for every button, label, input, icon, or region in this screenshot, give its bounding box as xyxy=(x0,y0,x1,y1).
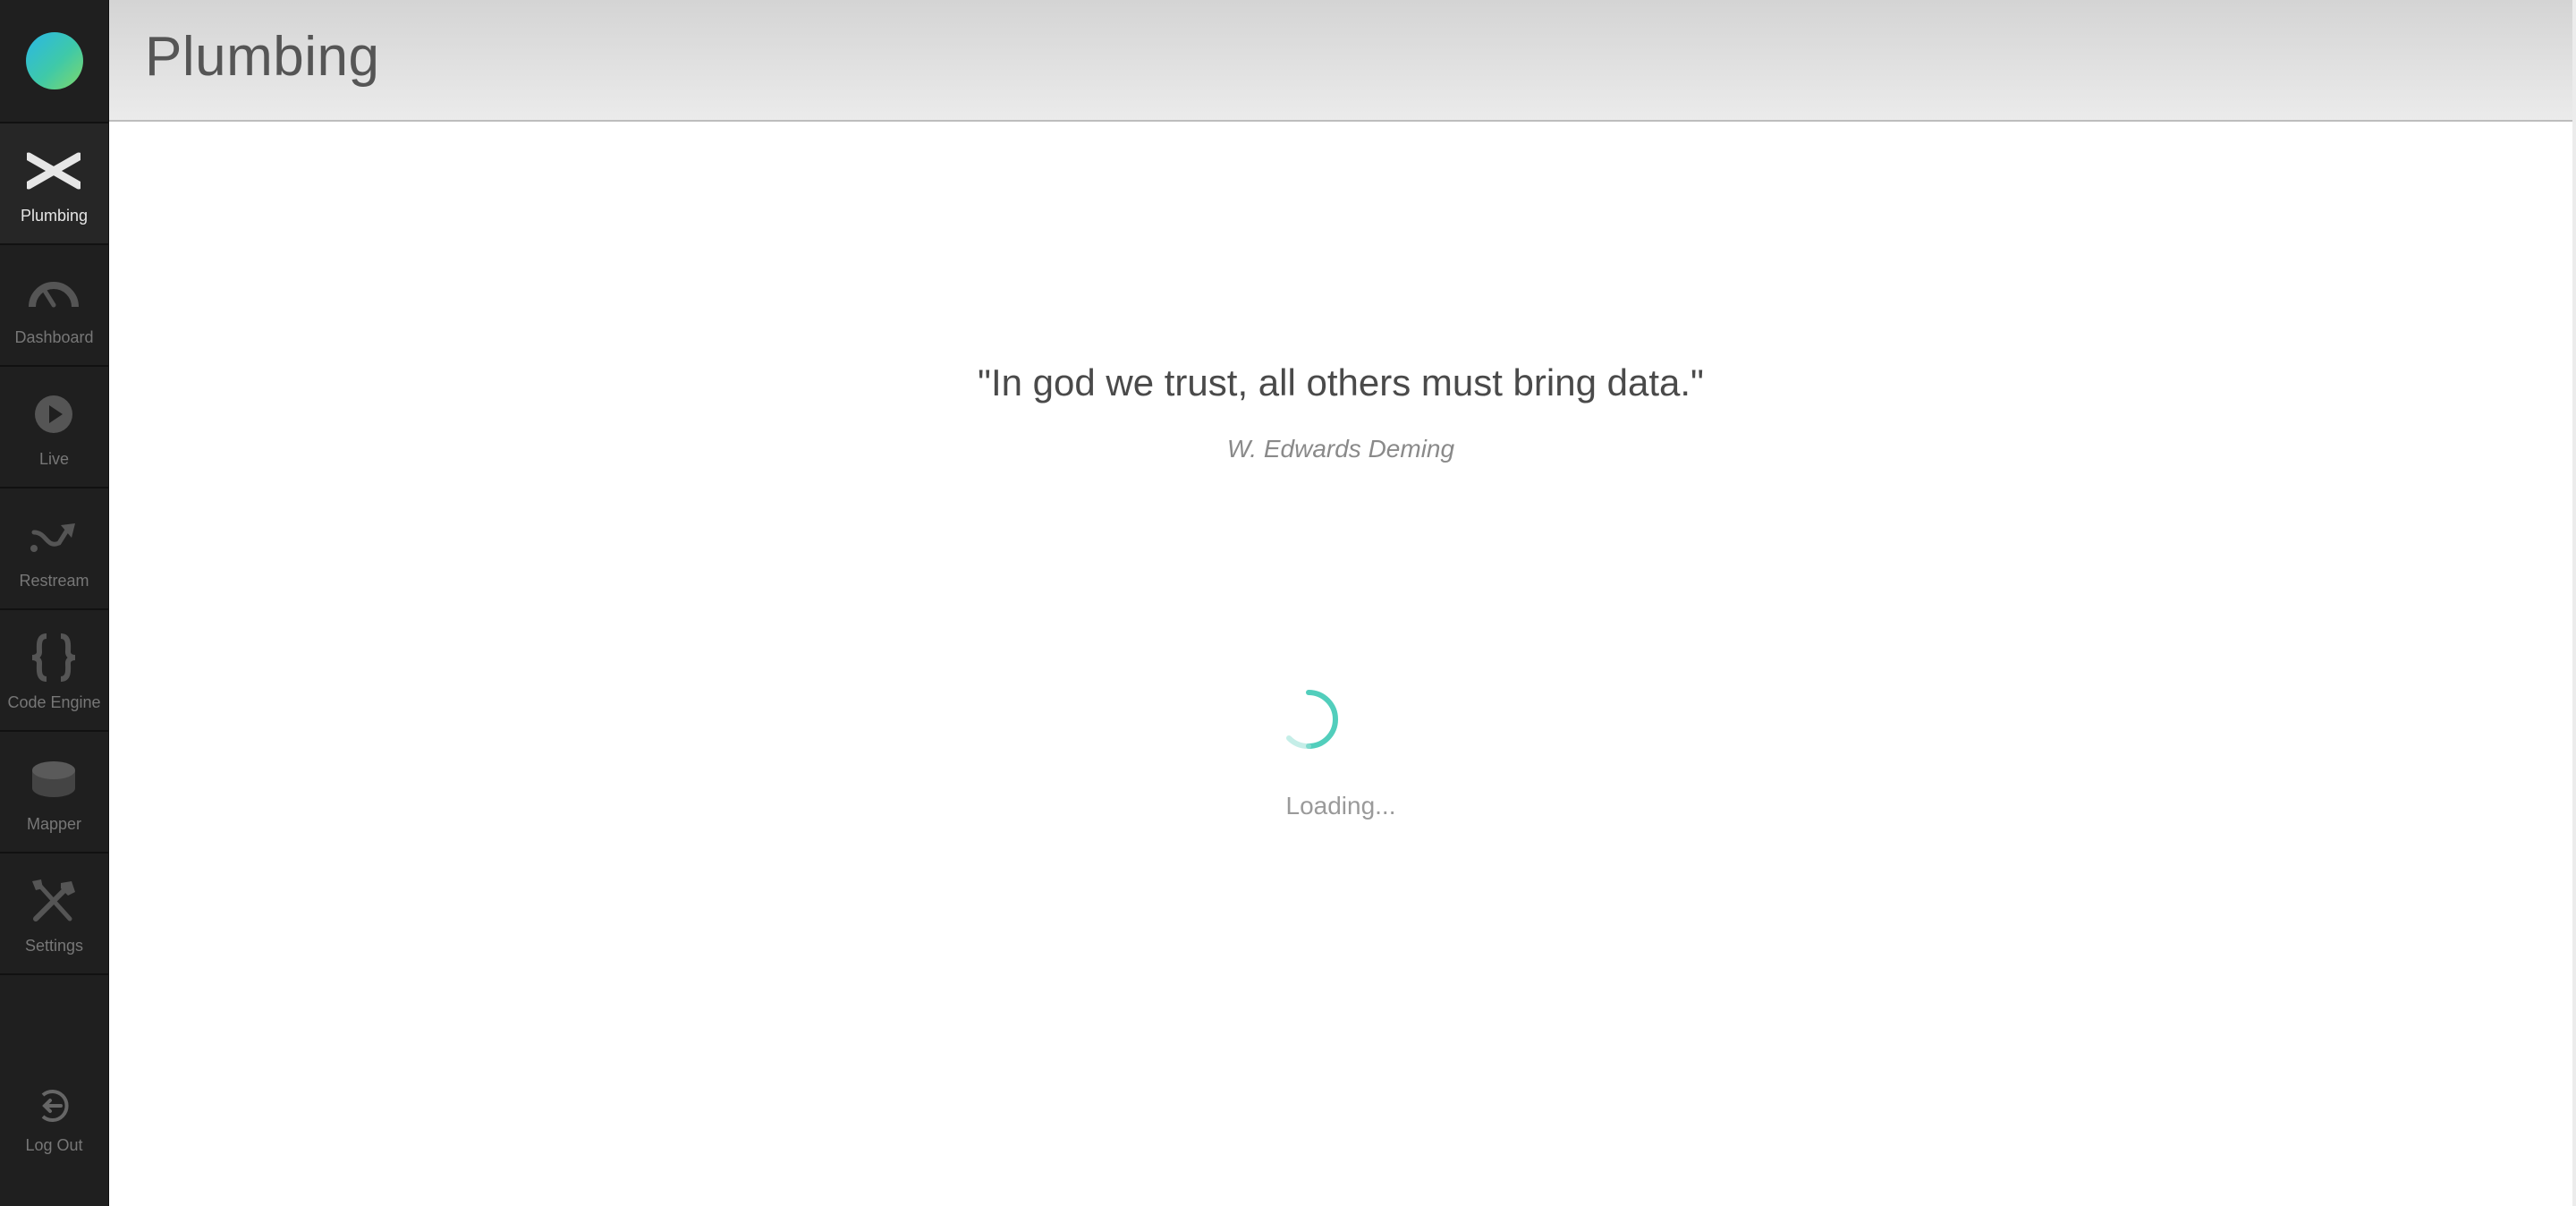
sidebar-item-label: Code Engine xyxy=(7,693,101,711)
main-content: "In god we trust, all others must bring … xyxy=(109,122,2572,1206)
sidebar-item-label: Plumbing xyxy=(20,207,89,225)
scrollbar-track[interactable] xyxy=(2572,0,2576,1206)
sidebar-item-settings[interactable]: Settings xyxy=(0,854,108,975)
header: Plumbing xyxy=(109,0,2572,122)
loading-spinner-icon xyxy=(1286,690,1338,749)
quote-text: "In god we trust, all others must bring … xyxy=(978,361,1704,403)
sidebar-item-plumbing[interactable]: Plumbing xyxy=(0,123,108,245)
restream-icon xyxy=(27,514,80,558)
logout-icon xyxy=(34,1086,73,1125)
sidebar-item-restream[interactable]: Restream xyxy=(0,488,108,610)
page-title: Plumbing xyxy=(145,26,380,88)
tools-icon xyxy=(27,879,80,923)
sidebar-item-label: Settings xyxy=(24,937,84,955)
logout-label: Log Out xyxy=(25,1136,83,1154)
sidebar-item-code-engine[interactable]: Code Engine xyxy=(0,610,108,732)
sidebar-item-live[interactable]: Live xyxy=(0,367,108,488)
logout-button[interactable]: Log Out xyxy=(0,1066,108,1183)
gauge-icon xyxy=(27,270,80,315)
database-icon xyxy=(27,757,80,802)
sidebar-item-mapper[interactable]: Mapper xyxy=(0,732,108,854)
plumbing-icon xyxy=(27,149,80,193)
sidebar: Plumbing Dashboard Live Restream Code En… xyxy=(0,0,109,1206)
app-logo[interactable] xyxy=(25,32,83,89)
braces-icon xyxy=(27,633,80,682)
sidebar-item-label: Mapper xyxy=(26,815,82,833)
sidebar-item-dashboard[interactable]: Dashboard xyxy=(0,245,108,367)
sidebar-item-label: Dashboard xyxy=(14,328,94,346)
sidebar-item-label: Live xyxy=(38,450,70,468)
loading-text: Loading... xyxy=(1285,792,1396,820)
logo-area[interactable] xyxy=(0,0,108,123)
quote-author: W. Edwards Deming xyxy=(1226,435,1455,463)
play-icon xyxy=(27,392,80,437)
sidebar-item-label: Restream xyxy=(19,572,89,590)
